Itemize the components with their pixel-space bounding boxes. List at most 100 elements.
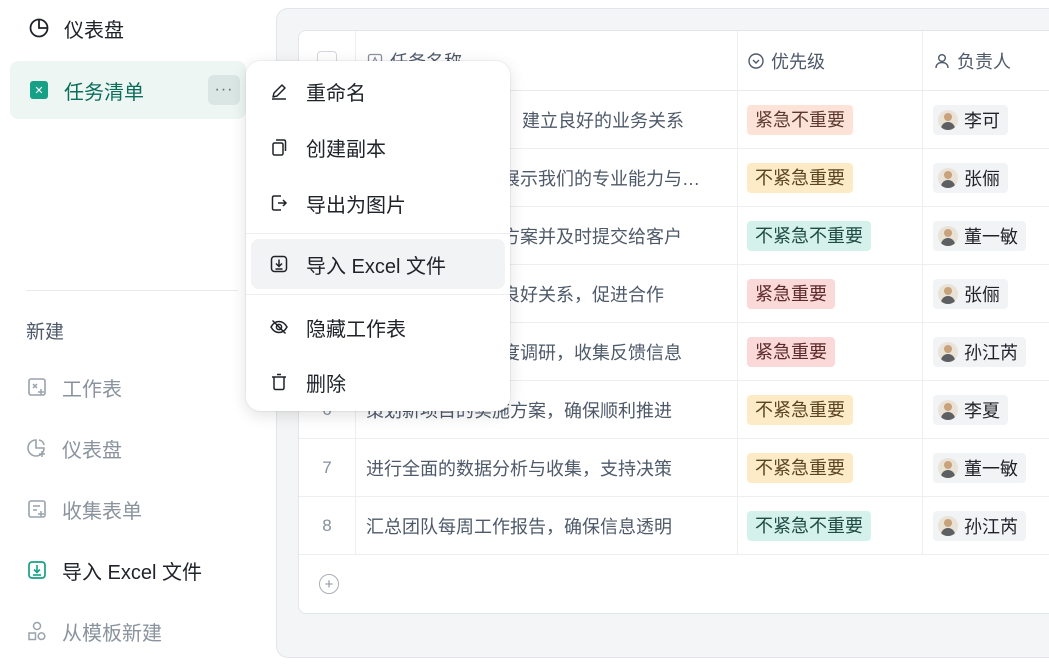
owner-cell[interactable]: 董一敏: [923, 439, 1049, 496]
table-row[interactable]: 8 汇总团队每周工作报告，确保信息透明 不紧急不重要 孙江芮: [299, 497, 1049, 555]
priority-cell[interactable]: 紧急重要: [738, 323, 923, 380]
priority-tag: 紧急不重要: [747, 104, 853, 135]
header-priority[interactable]: 优先级: [738, 31, 923, 90]
row-number: 7: [299, 439, 356, 496]
menu-divider: [246, 233, 510, 234]
menu-item-label: 删除: [306, 373, 346, 396]
trash-icon: [268, 371, 290, 393]
owner-name: 董一敏: [964, 458, 1018, 479]
pencil-icon: [268, 80, 290, 102]
owner-cell[interactable]: 孙江芮: [923, 323, 1049, 380]
priority-tag: 不紧急重要: [747, 452, 853, 483]
priority-tag: 不紧急不重要: [747, 220, 871, 251]
sidebar-item-task-list[interactable]: ✕ 任务清单 ···: [10, 61, 246, 119]
priority-cell[interactable]: 紧急不重要: [738, 91, 923, 148]
new-worksheet-item[interactable]: 工作表: [26, 372, 122, 402]
owner-cell[interactable]: 董一敏: [923, 207, 1049, 264]
new-dashboard-item[interactable]: 仪表盘: [26, 433, 122, 463]
copy-icon: [268, 136, 290, 158]
menu-item-duplicate[interactable]: 创建副本: [251, 122, 505, 172]
new-item-label: 收集表单: [62, 500, 142, 523]
priority-cell[interactable]: 不紧急不重要: [738, 497, 923, 554]
sidebar-item-label: 任务清单: [64, 81, 144, 104]
new-item-label: 从模板新建: [62, 622, 162, 645]
header-owner[interactable]: 负责人: [923, 31, 1049, 90]
select-field-icon: [747, 52, 765, 70]
priority-cell[interactable]: 不紧急重要: [738, 149, 923, 206]
avatar: [938, 167, 958, 188]
owner-chip: 董一敏: [933, 220, 1026, 251]
owner-chip: 李夏: [933, 394, 1008, 425]
menu-item-delete[interactable]: 删除: [251, 357, 505, 407]
owner-name: 孙江芮: [964, 342, 1018, 363]
avatar: [938, 341, 958, 362]
priority-cell[interactable]: 紧急重要: [738, 265, 923, 322]
owner-name: 董一敏: [964, 226, 1018, 247]
menu-item-label: 创建副本: [306, 138, 386, 161]
owner-chip: 张俪: [933, 162, 1008, 193]
sidebar: 仪表盘 ✕ 任务清单 ··· 新建 工作表 仪表盘 收集表单 导入 Excel …: [0, 0, 262, 668]
avatar: [938, 109, 958, 130]
row-number: 8: [299, 497, 356, 554]
owner-cell[interactable]: 李夏: [923, 381, 1049, 438]
new-item-label: 导入 Excel 文件: [62, 561, 203, 584]
avatar: [938, 457, 958, 478]
owner-cell[interactable]: 李可: [923, 91, 1049, 148]
dashboard-add-icon: [26, 437, 48, 459]
owner-name: 李夏: [964, 400, 1000, 421]
sheet-context-menu: 重命名 创建副本 导出为图片 导入 Excel 文件 隐藏工作表 删除: [246, 61, 510, 411]
owner-chip: 董一敏: [933, 452, 1026, 483]
owner-name: 孙江芮: [964, 516, 1018, 537]
owner-chip: 孙江芮: [933, 336, 1026, 367]
owner-chip: 张俪: [933, 278, 1008, 309]
avatar: [938, 515, 958, 536]
task-name-cell[interactable]: 进行全面的数据分析与收集，支持决策: [356, 439, 738, 496]
import-icon: [26, 559, 48, 581]
menu-item-import-excel[interactable]: 导入 Excel 文件: [251, 239, 505, 289]
new-form-item[interactable]: 收集表单: [26, 494, 142, 524]
priority-tag: 不紧急不重要: [747, 510, 871, 541]
priority-cell[interactable]: 不紧急不重要: [738, 207, 923, 264]
avatar: [938, 225, 958, 246]
table-row[interactable]: 7 进行全面的数据分析与收集，支持决策 不紧急重要 董一敏: [299, 439, 1049, 497]
sidebar-item-dashboard[interactable]: 仪表盘: [10, 0, 246, 56]
add-row-icon[interactable]: +: [319, 574, 339, 594]
owner-cell[interactable]: 张俪: [923, 265, 1049, 322]
owner-chip: 李可: [933, 104, 1008, 135]
avatar: [938, 399, 958, 420]
new-section-title: 新建: [26, 322, 65, 343]
eye-off-icon: [268, 316, 290, 338]
avatar: [938, 283, 958, 304]
menu-item-rename[interactable]: 重命名: [251, 66, 505, 116]
pie-chart-icon: [28, 17, 50, 39]
sheet-icon: ✕: [28, 79, 50, 101]
sidebar-item-label: 仪表盘: [64, 19, 124, 42]
priority-tag: 紧急重要: [747, 336, 835, 367]
import-icon: [268, 253, 290, 275]
owner-cell[interactable]: 张俪: [923, 149, 1049, 206]
priority-tag: 紧急重要: [747, 278, 835, 309]
template-icon: [26, 620, 48, 642]
new-item-label: 工作表: [62, 378, 122, 401]
priority-cell[interactable]: 不紧急重要: [738, 439, 923, 496]
menu-item-hide-sheet[interactable]: 隐藏工作表: [251, 302, 505, 352]
priority-cell[interactable]: 不紧急重要: [738, 381, 923, 438]
form-add-icon: [26, 498, 48, 520]
worksheet-add-icon: [26, 376, 48, 398]
menu-item-label: 导入 Excel 文件: [306, 255, 447, 278]
owner-name: 张俪: [964, 284, 1000, 305]
menu-item-export-image[interactable]: 导出为图片: [251, 178, 505, 228]
task-name-cell[interactable]: 汇总团队每周工作报告，确保信息透明: [356, 497, 738, 554]
header-label: 优先级: [771, 51, 825, 72]
menu-item-label: 隐藏工作表: [306, 318, 406, 341]
more-options-button[interactable]: ···: [208, 75, 240, 105]
owner-name: 张俪: [964, 168, 1000, 189]
new-from-template-item[interactable]: 从模板新建: [26, 616, 162, 646]
menu-item-label: 导出为图片: [306, 194, 406, 217]
header-label: 负责人: [957, 51, 1011, 72]
owner-cell[interactable]: 孙江芮: [923, 497, 1049, 554]
sidebar-divider: [26, 290, 238, 291]
new-item-label: 仪表盘: [62, 439, 122, 462]
person-icon: [933, 52, 951, 70]
new-import-excel-item[interactable]: 导入 Excel 文件: [26, 555, 202, 585]
